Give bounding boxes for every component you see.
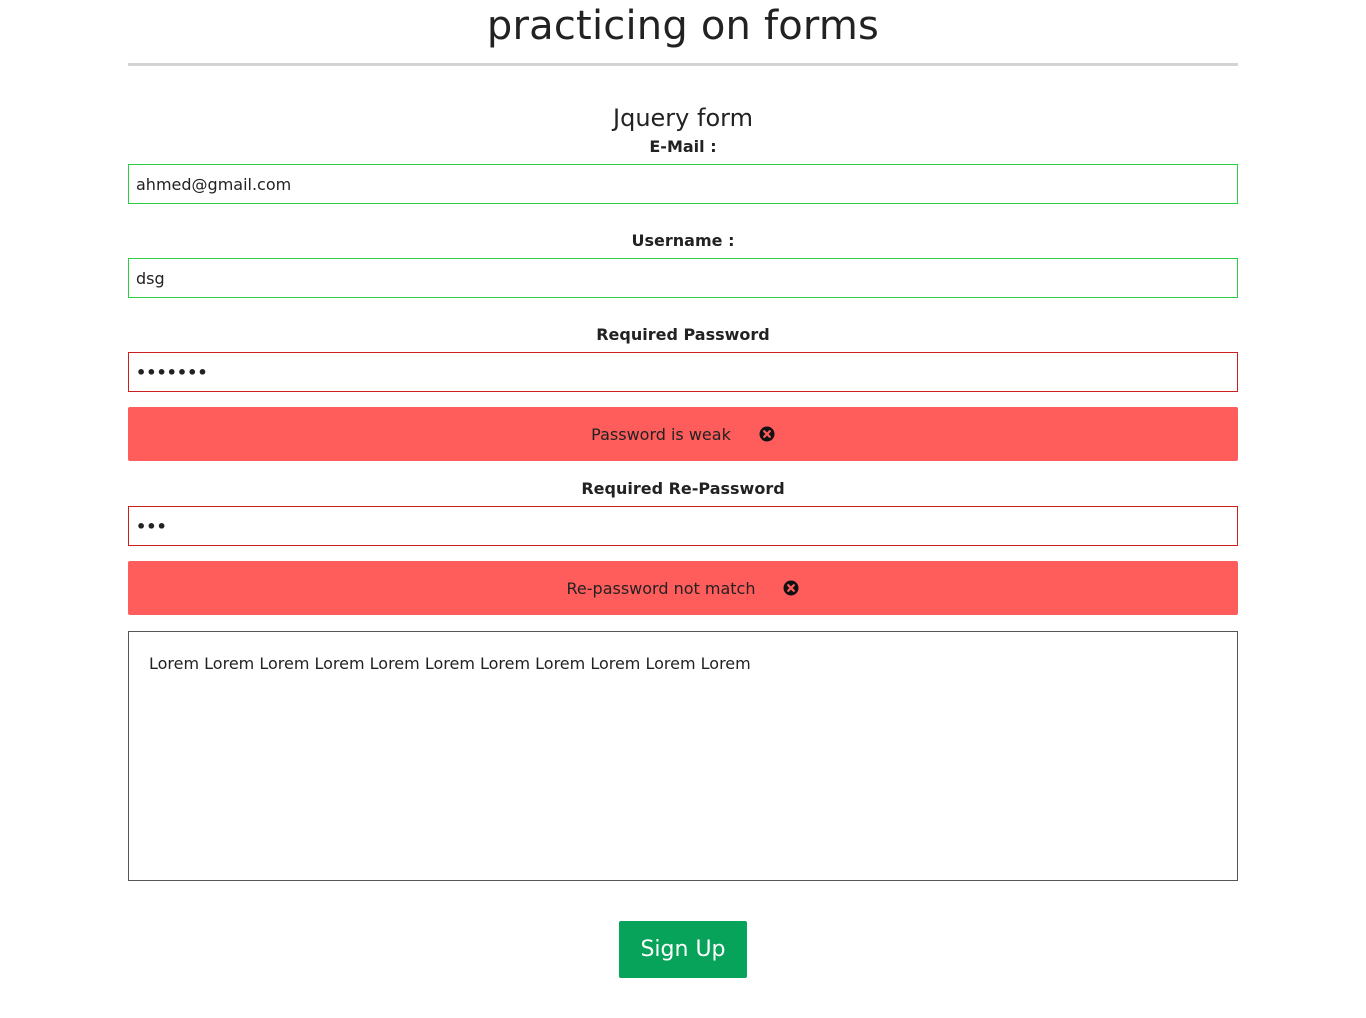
title-divider — [128, 63, 1238, 66]
close-circle-icon[interactable] — [783, 580, 799, 596]
repassword-field[interactable]: ••• — [128, 506, 1238, 546]
password-label: Required Password — [596, 325, 770, 344]
username-field[interactable] — [128, 258, 1238, 298]
email-label: E-Mail : — [649, 137, 717, 156]
sign-up-button[interactable]: Sign Up — [619, 921, 747, 978]
repassword-label: Required Re-Password — [581, 479, 785, 498]
repassword-error-text: Re-password not match — [566, 578, 756, 598]
repassword-error-alert: Re-password not match — [128, 561, 1238, 615]
password-error-alert: Password is weak — [128, 407, 1238, 461]
username-label: Username : — [631, 231, 735, 250]
repassword-masked-value: ••• — [136, 516, 167, 536]
form-title: Jquery form — [613, 103, 753, 132]
email-field[interactable] — [128, 164, 1238, 204]
password-field[interactable]: ••••••• — [128, 352, 1238, 392]
message-text: Lorem Lorem Lorem Lorem Lorem Lorem Lore… — [149, 654, 751, 673]
page-title: practicing on forms — [486, 3, 880, 49]
form-container: practicing on forms Jquery form E-Mail :… — [128, 0, 1238, 1018]
password-masked-value: ••••••• — [136, 362, 208, 382]
password-error-text: Password is weak — [591, 424, 731, 444]
close-circle-icon[interactable] — [759, 426, 775, 442]
message-textarea[interactable]: Lorem Lorem Lorem Lorem Lorem Lorem Lore… — [128, 631, 1238, 881]
